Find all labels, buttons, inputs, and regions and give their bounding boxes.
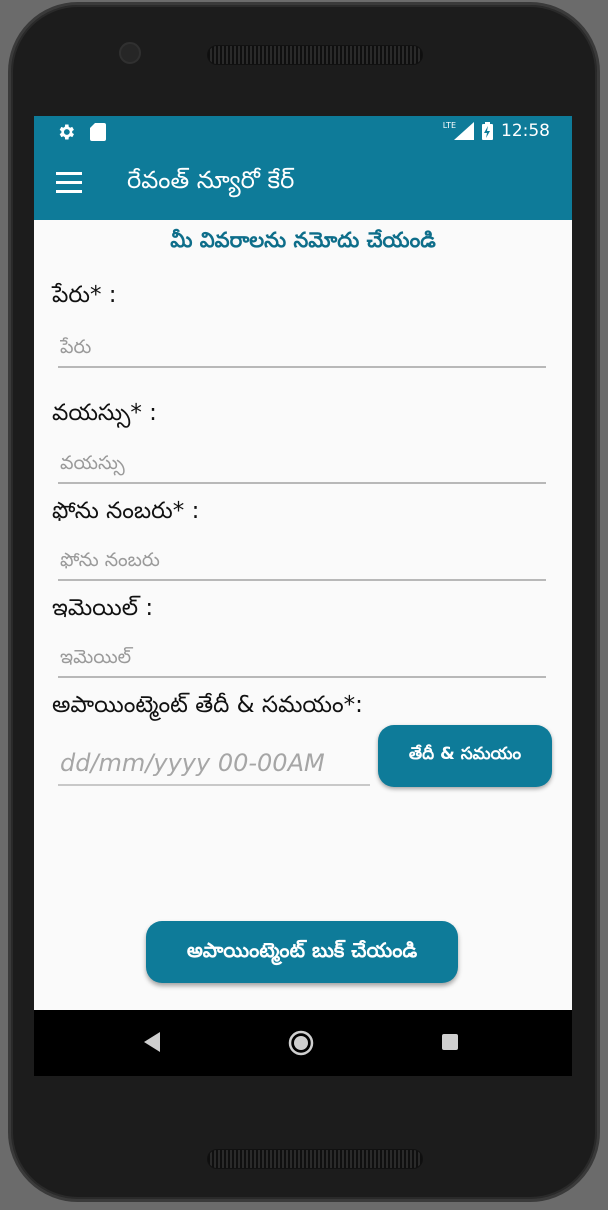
bottom-speaker [207, 1149, 423, 1169]
app-title: రేవంత్ న్యూరో కేర్ [127, 166, 295, 194]
battery-charging-icon [482, 122, 493, 140]
phone-input[interactable] [58, 541, 546, 581]
app-toolbar: రేవంత్ న్యూరో కేర్ [34, 148, 572, 220]
appointment-label: అపాయింట్మెంట్ తేదీ & సమయం*: [52, 692, 363, 718]
form-title: మీ వివరాలను నమోదు చేయండి [170, 228, 436, 252]
hamburger-menu-icon[interactable] [56, 172, 82, 194]
earpiece-speaker [207, 45, 423, 65]
name-label: పేరు* : [52, 282, 117, 308]
front-camera [119, 42, 141, 64]
age-input[interactable] [58, 444, 546, 484]
email-label: ఇమెయిల్ : [52, 595, 154, 621]
gear-icon [59, 124, 74, 140]
pick-date-time-button[interactable]: తేదీ & సమయం [378, 725, 552, 787]
book-appointment-button[interactable]: అపాయింట్మెంట్ బుక్ చేయండి [146, 921, 458, 983]
age-label: వయస్సు* : [52, 400, 157, 426]
appointment-datetime-input[interactable] [58, 742, 370, 786]
signal-icon [454, 122, 474, 140]
android-nav-bar [34, 1010, 572, 1076]
phone-label: ఫోను నంబరు* : [52, 498, 200, 524]
sd-card-icon [90, 123, 106, 141]
back-icon[interactable] [144, 1032, 162, 1052]
name-input[interactable] [58, 328, 546, 368]
app-screen: LTE 12:58 రేవంత్ న్యూరో కేర్ మీ వివరాలను… [34, 116, 572, 1076]
status-time: 12:58 [501, 121, 550, 141]
status-bar: LTE 12:58 [34, 116, 572, 148]
home-icon[interactable] [288, 1030, 314, 1056]
recents-icon[interactable] [442, 1034, 458, 1050]
status-left-icons [56, 122, 106, 142]
network-type: LTE [442, 120, 456, 130]
status-right-icons: LTE 12:58 [442, 120, 550, 142]
email-input[interactable] [58, 638, 546, 678]
